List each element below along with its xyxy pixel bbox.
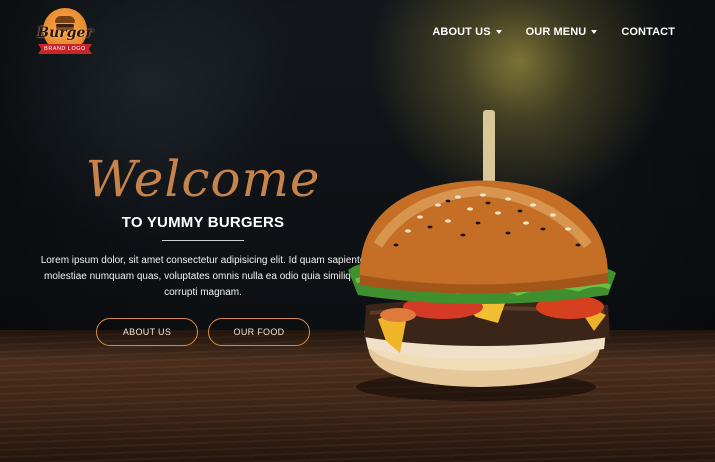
- burger-image: [338, 105, 628, 405]
- our-food-button[interactable]: OUR FOOD: [208, 318, 310, 346]
- divider: [162, 240, 244, 241]
- about-us-button[interactable]: ABOUT US: [96, 318, 198, 346]
- welcome-heading: Welcome: [85, 150, 321, 208]
- logo-ribbon: BRAND LOGO: [38, 44, 92, 54]
- main-nav: ABOUT US OUR MENU CONTACT: [432, 26, 675, 38]
- nav-contact-label: CONTACT: [621, 26, 675, 38]
- hero-subtitle: TO YUMMY BURGERS: [121, 214, 285, 231]
- hero-description: Lorem ipsum dolor, sit amet consectetur …: [40, 255, 366, 298]
- nav-about-us-label: ABOUT US: [432, 26, 491, 38]
- hero-content: Welcome TO YUMMY BURGERS Lorem ipsum dol…: [38, 150, 368, 346]
- nav-our-menu[interactable]: OUR MENU: [526, 26, 598, 38]
- chevron-down-icon: [591, 30, 598, 34]
- nav-our-menu-label: OUR MENU: [525, 26, 587, 38]
- hero-buttons: ABOUT US OUR FOOD: [38, 318, 368, 346]
- chevron-down-icon: [495, 30, 502, 34]
- nav-contact[interactable]: CONTACT: [621, 26, 675, 38]
- nav-about-us[interactable]: ABOUT US: [432, 26, 502, 38]
- logo-title: Burger: [37, 25, 93, 41]
- brand-logo[interactable]: Burger BRAND LOGO: [36, 8, 94, 58]
- hero-page: Burger BRAND LOGO ABOUT US OUR MENU CONT…: [0, 0, 715, 462]
